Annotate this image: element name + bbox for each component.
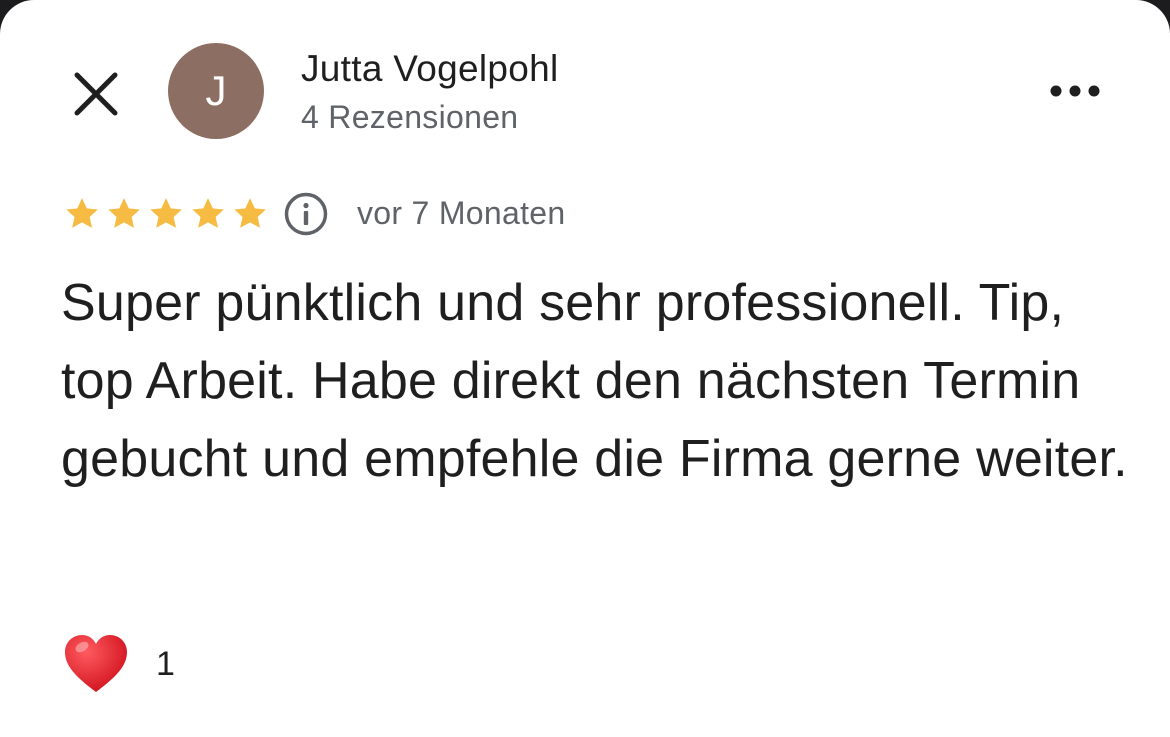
- avatar[interactable]: J: [168, 43, 264, 139]
- review-card: J Jutta Vogelpohl 4 Rezensionen vor 7 Mo…: [0, 0, 1170, 737]
- star-icon: [66, 198, 98, 228]
- star-icon: [150, 198, 182, 228]
- star-icon: [234, 198, 266, 228]
- review-date: vor 7 Monaten: [357, 195, 566, 231]
- star-icon: [108, 198, 140, 228]
- info-button[interactable]: [283, 191, 329, 237]
- more-horizontal-icon: [1050, 85, 1100, 97]
- author-name[interactable]: Jutta Vogelpohl: [301, 48, 559, 90]
- heart-icon: [65, 635, 127, 692]
- star-icon: [192, 198, 224, 228]
- info-icon: [284, 192, 328, 236]
- close-icon: [74, 72, 118, 116]
- close-button[interactable]: [66, 64, 126, 124]
- reaction-count: 1: [156, 644, 175, 683]
- more-options-button[interactable]: [1040, 70, 1110, 112]
- star-rating: [62, 192, 270, 236]
- author-review-count: 4 Rezensionen: [301, 99, 519, 135]
- heart-reaction-button[interactable]: 1: [62, 630, 175, 698]
- review-text: Super pünktlich und sehr professionell. …: [61, 274, 1128, 488]
